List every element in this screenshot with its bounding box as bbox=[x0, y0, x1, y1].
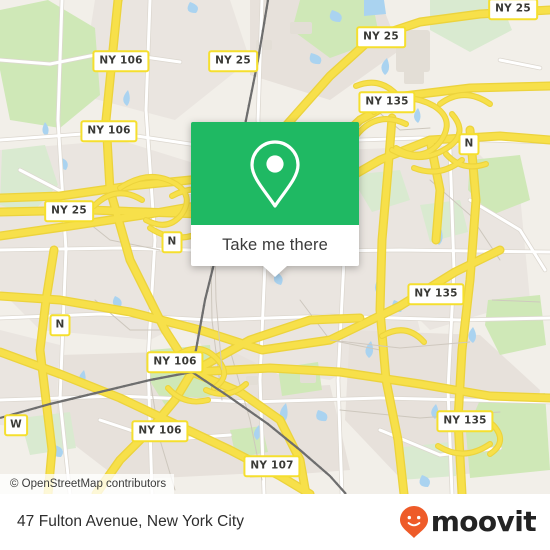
route-shield-w[interactable]: W bbox=[4, 414, 28, 436]
route-shield-n[interactable]: N bbox=[458, 133, 480, 155]
location-pin-icon bbox=[250, 139, 300, 208]
route-shield-n[interactable]: N bbox=[49, 314, 71, 336]
callout-button-panel[interactable]: Take me there bbox=[191, 225, 359, 277]
route-shield-ny106[interactable]: NY 106 bbox=[131, 420, 189, 442]
route-shield-ny25[interactable]: NY 25 bbox=[44, 200, 94, 222]
route-shield-ny135[interactable]: NY 135 bbox=[358, 91, 416, 113]
route-shield-ny135[interactable]: NY 135 bbox=[436, 410, 494, 432]
moovit-wordmark: moovit bbox=[430, 505, 537, 538]
route-shield-ny25[interactable]: NY 25 bbox=[488, 0, 538, 20]
route-shield-ny106[interactable]: NY 106 bbox=[80, 120, 138, 142]
map-attribution[interactable]: © OpenStreetMap contributors bbox=[0, 474, 175, 494]
callout-pin-panel bbox=[191, 122, 359, 225]
route-shield-n[interactable]: N bbox=[161, 231, 183, 253]
route-shield-ny106[interactable]: NY 106 bbox=[92, 50, 150, 72]
route-shield-ny106[interactable]: NY 106 bbox=[146, 351, 204, 373]
moovit-pin-icon bbox=[399, 506, 428, 538]
street-map[interactable]: .lnd { fill:#f2efe9; } .res { fill:#eae5… bbox=[0, 0, 550, 494]
take-me-there-callout[interactable]: Take me there bbox=[191, 122, 359, 277]
address-label: 47 Fulton Avenue, New York City bbox=[17, 513, 245, 530]
moovit-logo[interactable]: moovit bbox=[399, 505, 537, 539]
route-shield-ny135[interactable]: NY 135 bbox=[407, 283, 465, 305]
route-shield-ny25[interactable]: NY 25 bbox=[208, 50, 258, 72]
moovit-map-screenshot: .lnd { fill:#f2efe9; } .res { fill:#eae5… bbox=[0, 0, 550, 550]
route-shield-ny107[interactable]: NY 107 bbox=[243, 455, 301, 477]
take-me-there-label: Take me there bbox=[222, 236, 328, 254]
route-shield-ny25[interactable]: NY 25 bbox=[356, 26, 406, 48]
callout-tail bbox=[263, 266, 287, 277]
bottom-bar: 47 Fulton Avenue, New York City moovit bbox=[0, 494, 550, 550]
